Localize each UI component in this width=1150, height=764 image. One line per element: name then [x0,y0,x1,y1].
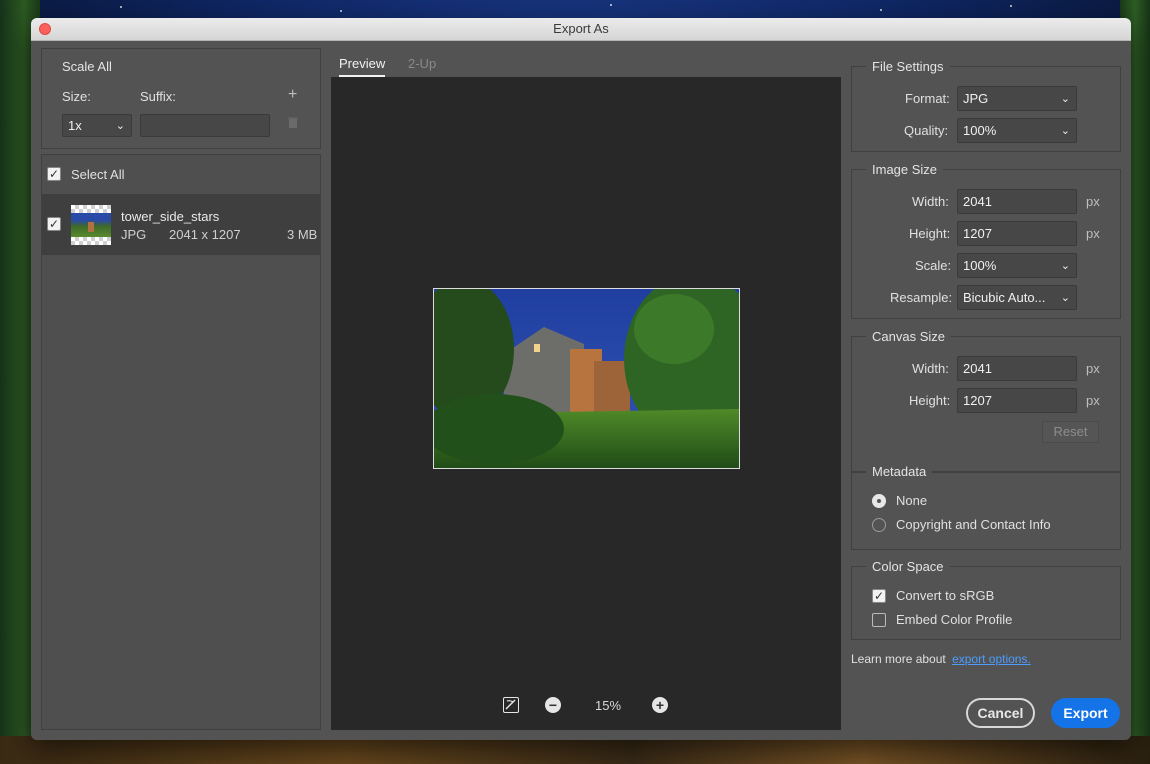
size-label: Size: [62,89,91,104]
tab-2-up[interactable]: 2-Up [408,56,436,71]
asset-checkbox[interactable]: ✓ [47,217,61,231]
embed-profile-label[interactable]: Embed Color Profile [896,612,1012,627]
resample-select-value: Bicubic Auto... [963,290,1046,305]
resample-select[interactable]: Bicubic Auto... ⌄ [957,285,1077,310]
window-title: Export As [553,21,609,36]
format-select-value: JPG [963,91,989,106]
size-select-value: 1x [68,118,82,133]
export-button[interactable]: Export [1051,698,1120,728]
canvas-height-input[interactable]: 1207 [957,388,1077,413]
add-scale-button[interactable]: + [288,86,297,104]
background-star [880,9,882,11]
chevron-down-icon: ⌄ [1060,260,1070,272]
background-star [340,10,342,12]
asset-name: tower_side_stars [121,209,220,224]
convert-srgb-checkbox[interactable]: ✓ [872,589,886,603]
scale-label: Scale: [915,258,952,273]
format-label: Format: [905,91,950,106]
metadata-none-label[interactable]: None [896,493,927,508]
format-select[interactable]: JPG ⌄ [957,86,1077,111]
learn-more-label: Learn more about [851,652,946,666]
convert-srgb-label[interactable]: Convert to sRGB [896,588,994,603]
quality-label: Quality: [904,123,949,138]
resample-label: Resample: [890,290,953,305]
scale-select[interactable]: 100% ⌄ [957,253,1077,278]
embed-profile-checkbox[interactable] [872,613,886,627]
chevron-down-icon: ⌄ [1060,93,1070,105]
chevron-down-icon: ⌄ [115,120,125,132]
background-building [0,736,1150,764]
quality-select[interactable]: 100% ⌄ [957,118,1077,143]
image-height-unit: px [1086,226,1100,241]
reset-button[interactable]: Reset [1042,421,1099,443]
toggle-background-icon[interactable] [503,697,519,713]
metadata-none-radio[interactable] [872,494,886,508]
quality-select-value: 100% [963,123,997,138]
cancel-button[interactable]: Cancel [966,698,1035,728]
color-space-title: Color Space [866,559,950,574]
tab-preview[interactable]: Preview [339,56,386,77]
background-star [1010,5,1012,7]
chevron-down-icon: ⌄ [1060,292,1070,304]
canvas-width-label: Width: [912,361,949,376]
select-all-checkbox[interactable]: ✓ [47,167,61,181]
close-window-button[interactable] [39,23,51,35]
canvas-width-input[interactable]: 2041 [957,356,1077,381]
image-width-label: Width: [912,194,949,209]
asset-filesize: 3 MB [287,227,318,242]
preview-canvas[interactable]: − 15% + [331,77,841,730]
background-star [120,6,122,8]
zoom-out-icon[interactable]: − [545,697,561,713]
image-height-input[interactable]: 1207 [957,221,1077,246]
canvas-height-label: Height: [909,393,951,408]
metadata-group [851,471,1121,550]
zoom-level: 15% [595,698,622,713]
metadata-copyright-label[interactable]: Copyright and Contact Info [896,517,1051,532]
asset-dimensions: 2041 x 1207 [169,227,241,242]
metadata-title: Metadata [866,464,933,479]
chevron-down-icon: ⌄ [1060,125,1070,137]
asset-thumbnail [71,205,111,245]
export-options-link[interactable]: export options. [952,652,1031,666]
scale-select-value: 100% [963,258,997,273]
size-select[interactable]: 1x ⌄ [62,114,132,137]
delete-scale-icon[interactable] [288,116,298,128]
canvas-width-unit: px [1086,361,1100,376]
canvas-height-unit: px [1086,393,1100,408]
export-as-dialog: Export As Scale All Size: Suffix: + 1x ⌄… [31,18,1131,740]
asset-format: JPG [121,227,147,242]
suffix-label: Suffix: [140,89,176,104]
image-width-input[interactable]: 2041 [957,189,1077,214]
scale-all-title: Scale All [56,59,118,74]
background-star [610,4,612,6]
image-height-label: Height: [909,226,951,241]
suffix-input[interactable] [140,114,270,137]
learn-more-text: Learn more about export options. [851,652,1031,666]
zoom-in-icon[interactable]: + [652,697,668,713]
select-all-label[interactable]: Select All [71,167,124,182]
image-width-unit: px [1086,194,1100,209]
image-size-title: Image Size [866,162,944,177]
color-space-group [851,566,1121,640]
file-settings-title: File Settings [866,59,950,74]
metadata-copyright-radio[interactable] [872,518,886,532]
canvas-size-title: Canvas Size [866,329,951,344]
title-bar: Export As [31,18,1131,41]
preview-image [433,288,740,469]
